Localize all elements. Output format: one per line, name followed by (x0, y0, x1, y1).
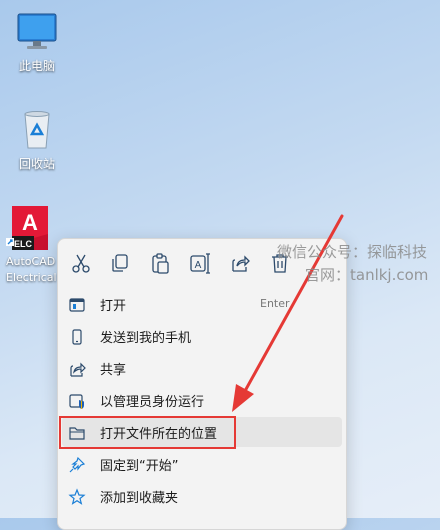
watermark-website: 官网：tanlkj.com (305, 266, 429, 284)
watermark-wechat: 微信公众号：探临科技 (277, 243, 428, 261)
